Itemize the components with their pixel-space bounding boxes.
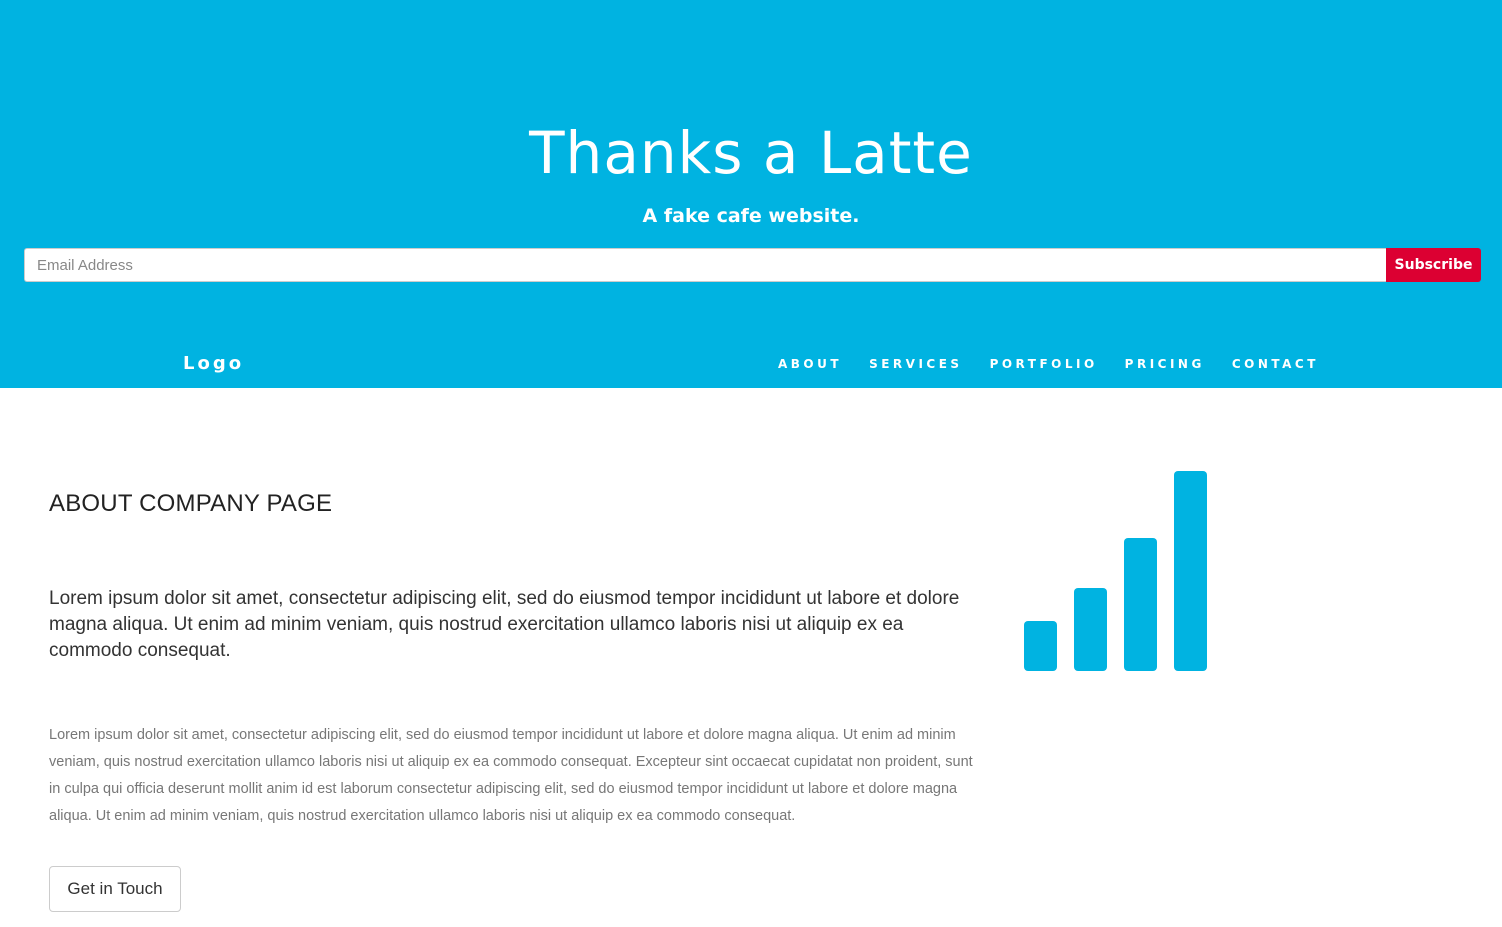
site-subtitle: A fake cafe website. xyxy=(642,205,860,227)
main-navbar: Logo ABOUT SERVICES PORTFOLIO PRICING CO… xyxy=(0,345,1502,385)
about-heading: ABOUT COMPANY PAGE xyxy=(49,490,333,517)
about-lead-text: Lorem ipsum dolor sit amet, consectetur … xyxy=(49,588,960,661)
nav-links: ABOUT SERVICES PORTFOLIO PRICING CONTACT xyxy=(778,355,1346,373)
about-body-text: Lorem ipsum dolor sit amet, consectetur … xyxy=(49,727,973,824)
nav-link-contact[interactable]: CONTACT xyxy=(1232,357,1319,371)
subscribe-form: Subscribe xyxy=(24,248,1481,282)
signal-bars-icon xyxy=(1024,471,1207,671)
site-title: Thanks a Latte xyxy=(529,119,973,187)
logo-link[interactable]: Logo xyxy=(183,353,244,374)
signal-bar-3 xyxy=(1124,538,1157,671)
subscribe-button[interactable]: Subscribe xyxy=(1386,248,1481,282)
signal-bar-1 xyxy=(1024,621,1057,671)
signal-bar-2 xyxy=(1074,588,1107,671)
nav-link-pricing[interactable]: PRICING xyxy=(1125,357,1205,371)
email-input[interactable] xyxy=(24,248,1386,282)
get-in-touch-button[interactable]: Get in Touch xyxy=(49,866,181,912)
signal-bar-4 xyxy=(1174,471,1207,671)
nav-link-services[interactable]: SERVICES xyxy=(869,357,962,371)
nav-link-portfolio[interactable]: PORTFOLIO xyxy=(990,357,1098,371)
hero-header: Thanks a Latte A fake cafe website. Subs… xyxy=(0,0,1502,388)
nav-link-about[interactable]: ABOUT xyxy=(778,357,842,371)
